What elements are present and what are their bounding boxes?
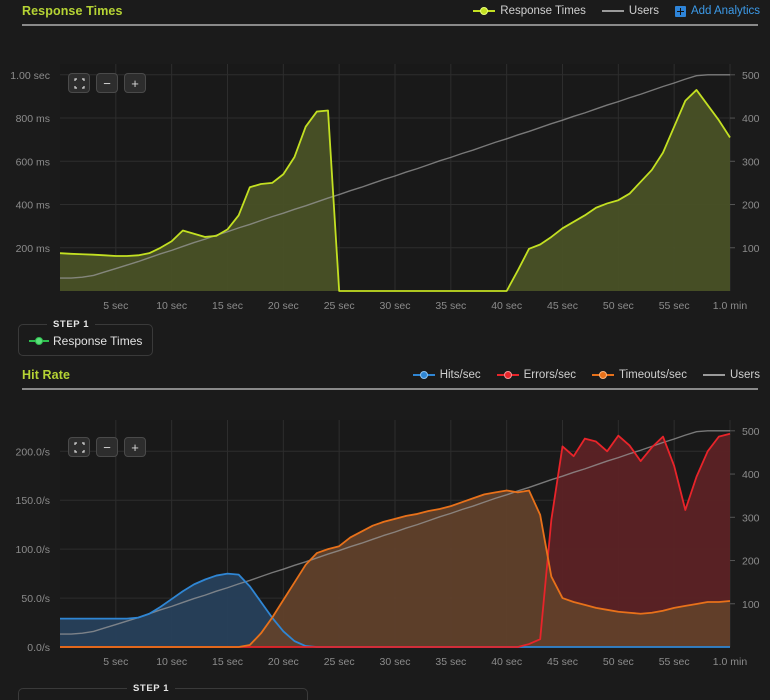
x-axis-tick-label: 55 sec xyxy=(659,656,690,668)
y-axis-tick-label: 200.0/s xyxy=(16,446,50,458)
chart-response-times: 200 ms 400 ms 600 ms 800 ms 1.00 sec 100 200 30… xyxy=(0,26,770,318)
x-axis-tick-label: 40 sec xyxy=(491,300,522,312)
line-dot-marker-icon xyxy=(29,336,49,346)
y-axis-tick-label: 200 xyxy=(742,556,760,568)
y-axis-tick-label: 400 xyxy=(742,469,760,481)
x-axis-tick-label: 40 sec xyxy=(491,656,522,668)
zoom-out-button[interactable]: − xyxy=(96,73,118,93)
chart-legend: Hits/sec Errors/sec Timeouts/sec Users xyxy=(412,369,760,381)
line-dot-marker-icon xyxy=(496,370,519,380)
y-axis-tick-label: 400 xyxy=(742,113,760,125)
legend-label: Hits/sec xyxy=(439,369,481,381)
panel-hit-rate: Hit Rate Hits/sec Errors/sec Timeouts/se… xyxy=(0,364,770,700)
y-axis-tick-label: 400 ms xyxy=(16,200,50,212)
x-axis-tick-label: 5 sec xyxy=(103,300,128,312)
page-title: Response Times xyxy=(22,4,123,18)
step-item-label: Response Times xyxy=(53,334,143,348)
fit-screen-button[interactable] xyxy=(68,437,90,457)
legend-item-users[interactable]: Users xyxy=(601,5,659,17)
chart-legend: Response Times Users Add Analytics xyxy=(473,5,760,17)
x-axis-tick-label: 25 sec xyxy=(324,300,355,312)
y-axis-tick-label: 500 xyxy=(742,426,760,438)
x-axis-tick-label: 35 sec xyxy=(435,300,466,312)
x-axis-tick-label: 20 sec xyxy=(268,300,299,312)
line-marker-icon xyxy=(601,6,624,16)
line-dot-marker-icon xyxy=(592,370,614,380)
chart-canvas[interactable]: 0.0/s 50.0/s 100.0/s 150.0/s 200.0/s 100 200 30… xyxy=(0,390,770,682)
add-analytics-button[interactable]: Add Analytics xyxy=(674,5,760,17)
line-marker-icon xyxy=(702,370,725,380)
panel-header: Response Times Response Times Users Add … xyxy=(0,0,770,22)
zoom-in-button[interactable]: + xyxy=(124,73,146,93)
zoom-controls: − + xyxy=(68,437,146,457)
line-dot-marker-icon xyxy=(412,370,435,380)
x-axis-tick-label: 35 sec xyxy=(435,656,466,668)
y-axis-tick-label: 0.0/s xyxy=(27,642,50,654)
legend-item-hits[interactable]: Hits/sec xyxy=(412,369,481,381)
y-axis-tick-label: 600 ms xyxy=(16,156,50,168)
x-axis-tick-label: 45 sec xyxy=(547,300,578,312)
x-axis-tick-label: 15 sec xyxy=(212,656,243,668)
x-axis-tick-label: 1.0 min xyxy=(713,300,748,312)
x-axis-tick-label: 10 sec xyxy=(156,300,187,312)
fit-screen-icon xyxy=(73,77,85,89)
y-axis-tick-label: 300 xyxy=(742,156,760,168)
x-axis-tick-label: 20 sec xyxy=(268,656,299,668)
legend-label: Add Analytics xyxy=(690,5,760,17)
legend-label: Response Times xyxy=(500,5,586,17)
step-legend-box: STEP 1 Response Times xyxy=(18,319,154,356)
y-axis-tick-label: 100 xyxy=(742,243,760,255)
legend-item-response-times[interactable]: Response Times xyxy=(473,5,586,17)
x-axis-tick-label: 1.0 min xyxy=(713,656,748,668)
x-axis-tick-label: 45 sec xyxy=(547,656,578,668)
y-axis-tick-label: 200 ms xyxy=(16,243,50,255)
panel-header: Hit Rate Hits/sec Errors/sec Timeouts/se… xyxy=(0,364,770,386)
legend-item-timeouts[interactable]: Timeouts/sec xyxy=(592,369,687,381)
step-item-response-times[interactable]: Response Times xyxy=(29,334,142,348)
fit-screen-button[interactable] xyxy=(68,73,90,93)
x-axis-tick-label: 55 sec xyxy=(659,300,690,312)
y-axis-tick-label: 500 xyxy=(742,70,760,82)
line-dot-marker-icon xyxy=(473,6,496,16)
x-axis-tick-label: 15 sec xyxy=(212,300,243,312)
x-axis-tick-label: 30 sec xyxy=(380,300,411,312)
y-axis-tick-label: 1.00 sec xyxy=(10,70,50,82)
step-label: STEP 1 xyxy=(127,683,176,694)
y-axis-tick-label: 100.0/s xyxy=(16,544,50,556)
zoom-out-button[interactable]: − xyxy=(96,437,118,457)
y-axis-tick-label: 300 xyxy=(742,512,760,524)
x-axis-tick-label: 10 sec xyxy=(156,656,187,668)
y-axis-tick-label: 100 xyxy=(742,599,760,611)
legend-label: Errors/sec xyxy=(523,369,576,381)
x-axis-tick-label: 30 sec xyxy=(380,656,411,668)
panel-response-times: Response Times Response Times Users Add … xyxy=(0,0,770,356)
y-axis-tick-label: 800 ms xyxy=(16,113,50,125)
y-axis-tick-label: 200 xyxy=(742,200,760,212)
legend-label: Users xyxy=(628,5,659,17)
x-axis-tick-label: 25 sec xyxy=(324,656,355,668)
plus-square-icon xyxy=(674,5,686,17)
zoom-controls: − + xyxy=(68,73,146,93)
page-title: Hit Rate xyxy=(22,368,71,382)
legend-label: Users xyxy=(729,369,760,381)
y-axis-tick-label: 50.0/s xyxy=(21,593,50,605)
x-axis-tick-label: 5 sec xyxy=(103,656,128,668)
chart-hit-rate: 0.0/s 50.0/s 100.0/s 150.0/s 200.0/s 100 200 30… xyxy=(0,390,770,682)
legend-item-errors[interactable]: Errors/sec xyxy=(496,369,576,381)
x-axis-tick-label: 50 sec xyxy=(603,656,634,668)
legend-item-users[interactable]: Users xyxy=(702,369,760,381)
step-label: STEP 1 xyxy=(47,319,96,330)
x-axis-tick-label: 50 sec xyxy=(603,300,634,312)
legend-label: Timeouts/sec xyxy=(619,369,687,381)
chart-canvas[interactable]: 200 ms 400 ms 600 ms 800 ms 1.00 sec 100 200 30… xyxy=(0,26,770,318)
y-axis-tick-label: 150.0/s xyxy=(16,495,50,507)
step-legend-box: STEP 1 Hits/sec Errors/sec xyxy=(18,683,309,700)
fit-screen-icon xyxy=(73,441,85,453)
zoom-in-button[interactable]: + xyxy=(124,437,146,457)
